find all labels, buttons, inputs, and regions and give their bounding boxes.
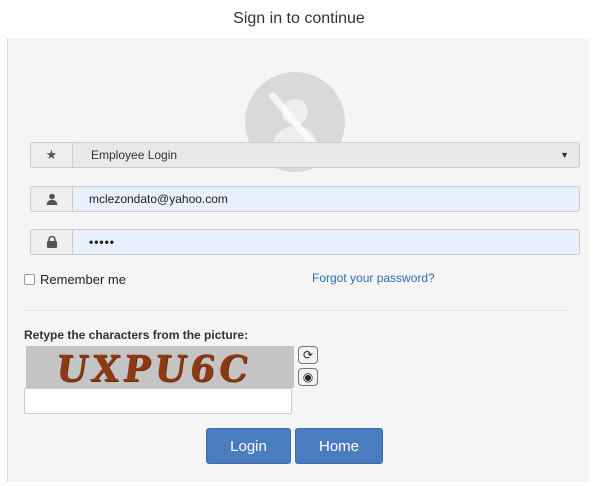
chevron-down-icon: ▼ [560,150,569,160]
remember-checkbox[interactable] [24,274,35,285]
password-group: ••••• [30,229,580,255]
captcha-image: UXPU6C [26,346,294,388]
captcha-input[interactable] [24,388,292,414]
home-button[interactable]: Home [295,428,383,464]
audio-icon[interactable]: ◉ [298,368,318,386]
login-type-select[interactable]: Employee Login ▼ [72,142,580,168]
login-button[interactable]: Login [206,428,291,464]
user-icon [30,186,72,212]
remember-label: Remember me [40,272,126,287]
remember-me[interactable]: Remember me [24,272,126,287]
divider [24,310,570,311]
captcha-label: Retype the characters from the picture: [24,328,249,342]
username-input[interactable]: mclezondato@yahoo.com [72,186,580,212]
refresh-icon[interactable]: ⟳ [298,346,318,364]
lock-icon [30,229,72,255]
login-type-group[interactable]: ★ Employee Login ▼ [30,142,580,168]
username-group: mclezondato@yahoo.com [30,186,580,212]
forgot-password-link[interactable]: Forgot your password? [312,271,435,285]
star-icon: ★ [30,142,72,168]
password-input[interactable]: ••••• [72,229,580,255]
login-type-value: Employee Login [91,148,178,162]
page-title: Sign in to continue [233,10,365,27]
captcha-text: UXPU6C [53,348,255,388]
